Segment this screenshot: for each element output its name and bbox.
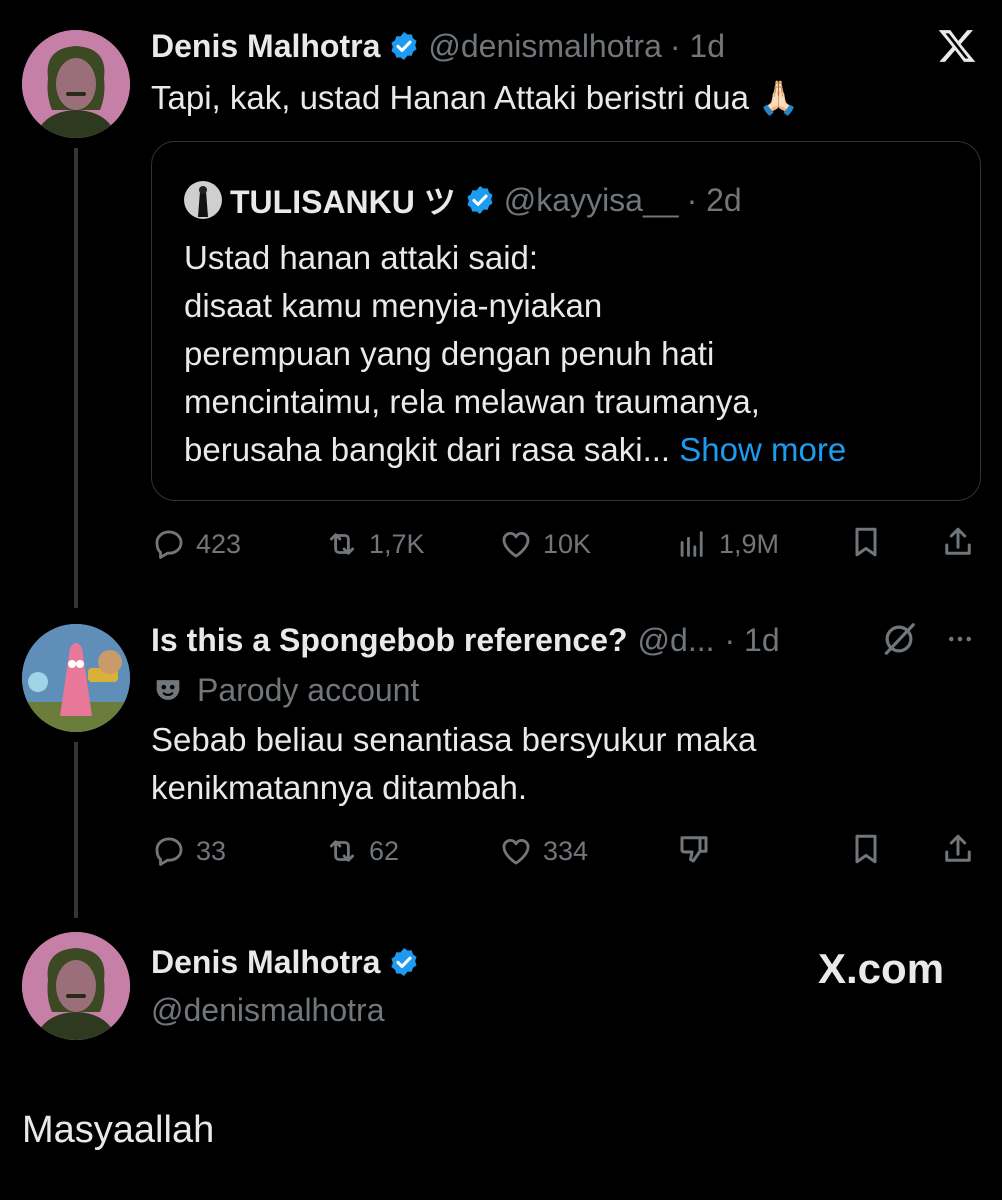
quote-line: Ustad hanan attaki said: bbox=[184, 239, 539, 276]
repost-button[interactable]: 1,7K bbox=[325, 524, 425, 564]
repost-icon bbox=[329, 840, 355, 862]
quote-line: perempuan yang dengan penuh hati bbox=[184, 335, 715, 372]
grok-icon[interactable] bbox=[880, 620, 918, 658]
repost-count: 62 bbox=[369, 835, 400, 866]
heart-icon bbox=[502, 838, 530, 865]
author-name[interactable]: Denis Malhotra bbox=[151, 28, 380, 65]
reply-count: 33 bbox=[196, 835, 227, 866]
timestamp[interactable]: · 1d bbox=[670, 28, 725, 65]
x-logo-icon[interactable] bbox=[936, 26, 978, 66]
author-handle[interactable]: @denismalhotra bbox=[428, 28, 661, 65]
thread-line bbox=[74, 742, 78, 918]
parody-mask-icon bbox=[151, 673, 185, 707]
reply-icon bbox=[155, 837, 183, 866]
share-icon[interactable] bbox=[940, 831, 976, 871]
reply-count: 423 bbox=[196, 528, 242, 559]
repost-icon bbox=[329, 533, 355, 555]
timestamp[interactable]: · 1d bbox=[725, 622, 780, 659]
dislike-icon[interactable] bbox=[676, 831, 712, 871]
repost-count: 1,7K bbox=[369, 528, 425, 559]
reply-icon bbox=[155, 530, 183, 559]
pray-emoji: 🙏🏻 bbox=[758, 79, 800, 116]
quote-line: berusaha bangkit dari rasa saki... bbox=[184, 431, 671, 468]
author-name[interactable]: Denis Malhotra bbox=[151, 944, 380, 981]
quote-avatar bbox=[184, 181, 222, 219]
parody-badge: Parody account bbox=[197, 671, 420, 708]
heart-icon bbox=[502, 531, 530, 558]
tweet-text: Masyaallah bbox=[22, 1109, 215, 1151]
like-button[interactable]: 10K bbox=[499, 524, 591, 564]
author-handle[interactable]: @d... bbox=[638, 622, 715, 659]
quote-line: disaat kamu menyia-nyiakan bbox=[184, 287, 603, 324]
views-count: 1,9M bbox=[719, 528, 780, 559]
x-com-watermark: X.com bbox=[818, 945, 945, 992]
quoted-tweet[interactable]: TULISANKU ツ @kayyisa__ · 2d Ustad hanan … bbox=[151, 141, 981, 501]
author-name[interactable]: Is this a Spongebob reference? bbox=[151, 622, 628, 659]
thread-line bbox=[74, 148, 78, 608]
quote-handle: @kayyisa__ bbox=[503, 181, 679, 218]
views-button[interactable]: 1,9M bbox=[675, 524, 779, 564]
verified-badge-icon bbox=[388, 30, 420, 62]
bookmark-icon[interactable] bbox=[848, 524, 884, 564]
reply-button[interactable]: 33 bbox=[152, 831, 226, 871]
avatar[interactable] bbox=[22, 932, 130, 1040]
tweet-text-line: Sebab beliau senantiasa bersyukur maka bbox=[151, 721, 757, 758]
verified-badge-icon bbox=[464, 184, 496, 216]
verified-badge-icon bbox=[388, 946, 420, 978]
tweet-text-line: kenikmatannya ditambah. bbox=[151, 769, 528, 806]
avatar[interactable] bbox=[22, 30, 130, 138]
bookmark-icon[interactable] bbox=[848, 831, 884, 871]
share-icon[interactable] bbox=[940, 524, 976, 564]
quote-author-name: TULISANKU ツ bbox=[230, 184, 456, 220]
quote-timestamp: · 2d bbox=[686, 181, 742, 218]
more-icon[interactable] bbox=[942, 624, 978, 654]
show-more-link[interactable]: Show more bbox=[679, 431, 846, 468]
like-count: 334 bbox=[543, 835, 589, 866]
tweet-text: Tapi, kak, ustad Hanan Attaki beristri d… bbox=[151, 79, 749, 116]
like-count: 10K bbox=[543, 528, 592, 559]
views-icon bbox=[680, 531, 703, 557]
like-button[interactable]: 334 bbox=[499, 831, 588, 871]
avatar[interactable] bbox=[22, 624, 130, 732]
repost-button[interactable]: 62 bbox=[325, 831, 399, 871]
reply-button[interactable]: 423 bbox=[152, 524, 241, 564]
author-handle[interactable]: @denismalhotra bbox=[151, 990, 384, 1030]
quote-line: mencintaimu, rela melawan traumanya, bbox=[184, 383, 760, 420]
